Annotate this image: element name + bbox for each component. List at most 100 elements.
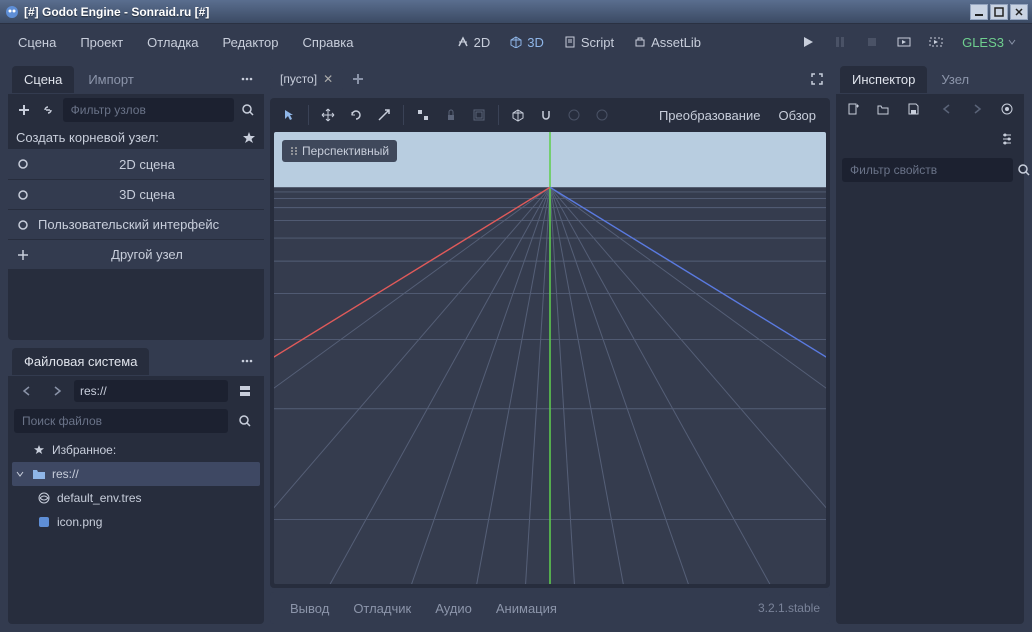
cube-icon[interactable] <box>505 102 531 128</box>
menu-debug[interactable]: Отладка <box>137 29 208 56</box>
search-icon[interactable] <box>238 97 258 123</box>
play-button[interactable] <box>794 28 822 56</box>
nav-back-button[interactable] <box>14 378 40 404</box>
resource-icon <box>36 492 52 504</box>
circle-icon <box>16 158 30 170</box>
scene-filter-input[interactable] <box>63 98 234 122</box>
nav-forward-button[interactable] <box>44 378 70 404</box>
mode-assetlib-button[interactable]: AssetLib <box>626 31 709 54</box>
rotate-tool-button[interactable] <box>343 102 369 128</box>
debugger-tab[interactable]: Отладчик <box>343 597 421 620</box>
select-tool-button[interactable] <box>276 102 302 128</box>
audio-tab[interactable]: Аудио <box>425 597 482 620</box>
tab-filesystem[interactable]: Файловая система <box>12 348 149 375</box>
root-other-button[interactable]: Другой узел <box>8 239 264 269</box>
scene-menu-icon[interactable] <box>234 66 260 92</box>
scene-tabs-bar: [пусто] ✕ <box>270 64 830 94</box>
disabled-button-1 <box>561 102 587 128</box>
tab-node[interactable]: Узел <box>929 66 981 93</box>
history-prev-button[interactable] <box>934 96 960 122</box>
create-root-label: Создать корневой узел: <box>16 130 159 145</box>
file-icon-item[interactable]: icon.png <box>12 510 260 534</box>
close-button[interactable] <box>1010 4 1028 20</box>
grip-icon <box>290 146 298 156</box>
menu-help[interactable]: Справка <box>293 29 364 56</box>
filesystem-search-input[interactable] <box>14 409 228 433</box>
distraction-free-button[interactable] <box>804 66 830 92</box>
file-env-item[interactable]: default_env.tres <box>12 486 260 510</box>
menu-scene[interactable]: Сцена <box>8 29 66 56</box>
viewport-toolbar: Преобразование Обзор <box>270 98 830 132</box>
root-3d-scene-button[interactable]: 3D сцена <box>8 179 264 209</box>
renderer-select[interactable]: GLES3 <box>954 31 1024 54</box>
search-icon[interactable] <box>1017 157 1031 183</box>
star-icon <box>31 444 47 456</box>
output-tab[interactable]: Вывод <box>280 597 339 620</box>
pause-button[interactable] <box>826 28 854 56</box>
bottom-panel: Вывод Отладчик Аудио Анимация 3.2.1.stab… <box>270 592 830 624</box>
assetlib-icon <box>634 36 646 48</box>
inspector-body <box>836 186 1024 624</box>
script-icon <box>564 36 576 48</box>
star-icon[interactable] <box>242 131 256 145</box>
version-label: 3.2.1.stable <box>758 601 820 615</box>
transform-menu[interactable]: Преобразование <box>651 104 769 127</box>
filesystem-menu-icon[interactable] <box>234 348 260 374</box>
menu-project[interactable]: Проект <box>70 29 133 56</box>
image-icon <box>36 516 52 528</box>
mode-script-button[interactable]: Script <box>556 31 622 54</box>
menubar: Сцена Проект Отладка Редактор Справка 2D… <box>0 24 1032 60</box>
root-ui-button[interactable]: Пользовательский интерфейс <box>8 209 264 239</box>
minimize-button[interactable] <box>970 4 988 20</box>
add-node-button[interactable] <box>14 97 34 123</box>
view-menu[interactable]: Обзор <box>770 104 824 127</box>
mode-3d-button[interactable]: 3D <box>502 31 552 54</box>
chevron-down-icon <box>16 470 26 478</box>
search-icon[interactable] <box>232 408 258 434</box>
view-mode-button[interactable] <box>232 378 258 404</box>
2d-icon <box>457 36 469 48</box>
mode-2d-button[interactable]: 2D <box>449 31 499 54</box>
save-resource-button[interactable] <box>900 96 926 122</box>
move-tool-button[interactable] <box>315 102 341 128</box>
object-props-button[interactable] <box>994 96 1020 122</box>
link-button[interactable] <box>38 97 58 123</box>
app-icon <box>4 4 20 20</box>
scale-tool-button[interactable] <box>371 102 397 128</box>
play-scene-button[interactable] <box>890 28 918 56</box>
close-icon[interactable]: ✕ <box>323 72 333 86</box>
filesystem-path[interactable]: res:// <box>74 380 228 402</box>
inspector-settings-button[interactable] <box>994 126 1020 152</box>
plus-icon <box>16 249 30 261</box>
tab-inspector[interactable]: Инспектор <box>840 66 927 93</box>
chevron-down-icon <box>1008 38 1016 46</box>
perspective-badge[interactable]: Перспективный <box>282 140 397 162</box>
disabled-button-2 <box>589 102 615 128</box>
inspector-filter-input[interactable] <box>842 158 1013 182</box>
window-title: [#] Godot Engine - Sonraid.ru [#] <box>24 5 968 19</box>
open-resource-button[interactable] <box>870 96 896 122</box>
new-resource-button[interactable] <box>840 96 866 122</box>
local-space-button[interactable] <box>410 102 436 128</box>
favorites-item[interactable]: Избранное: <box>12 438 260 462</box>
history-next-button[interactable] <box>964 96 990 122</box>
circle-icon <box>16 219 30 231</box>
tab-scene[interactable]: Сцена <box>12 66 74 93</box>
new-tab-button[interactable] <box>345 66 371 92</box>
main-area: Сцена Импорт Создать корневой узел: 2D с… <box>0 60 1032 632</box>
snap-button[interactable] <box>533 102 559 128</box>
res-root-item[interactable]: res:// <box>12 462 260 486</box>
folder-icon <box>31 468 47 480</box>
play-custom-scene-button[interactable] <box>922 28 950 56</box>
stop-button[interactable] <box>858 28 886 56</box>
3d-viewport[interactable]: Перспективный <box>274 132 826 584</box>
group-button[interactable] <box>466 102 492 128</box>
lock-button[interactable] <box>438 102 464 128</box>
animation-tab[interactable]: Анимация <box>486 597 567 620</box>
menu-editor[interactable]: Редактор <box>213 29 289 56</box>
tab-import[interactable]: Импорт <box>76 66 145 93</box>
root-2d-scene-button[interactable]: 2D сцена <box>8 149 264 179</box>
scene-tab-empty[interactable]: [пусто] ✕ <box>270 67 343 91</box>
maximize-button[interactable] <box>990 4 1008 20</box>
3d-icon <box>510 36 522 48</box>
